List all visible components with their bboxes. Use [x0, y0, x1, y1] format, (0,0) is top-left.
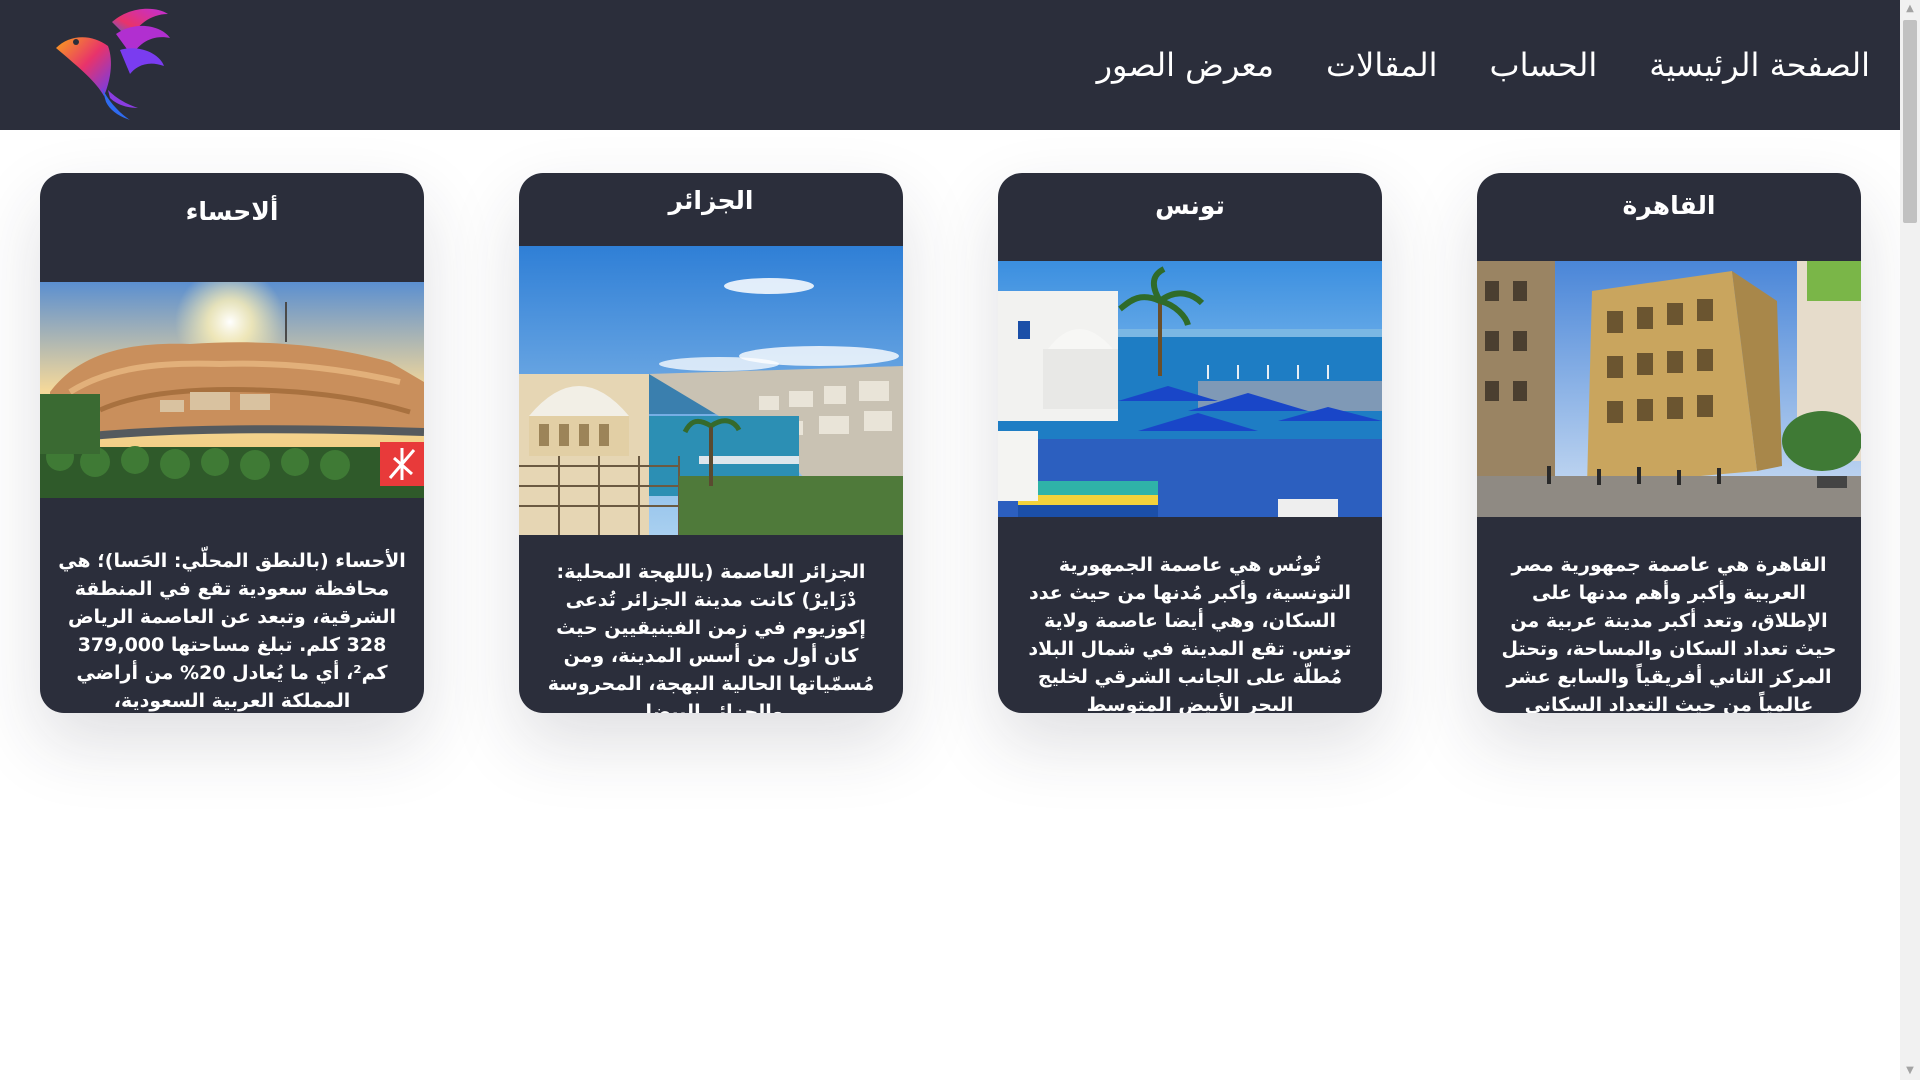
card-description: القاهرة هي عاصمة جمهورية مصر العربية وأك…	[1501, 554, 1837, 713]
nav-account-link[interactable]: الحساب	[1490, 46, 1598, 84]
city-card-tunis[interactable]: تونس تُونُس هي عاصمة الجمهورية التونسية،…	[998, 173, 1382, 713]
navbar: الصفحة الرئيسية الحساب المقالات معرض الص…	[0, 0, 1900, 130]
cairo-photo	[1477, 261, 1861, 517]
card-title: تونس	[1155, 191, 1225, 220]
card-description: تُونُس هي عاصمة الجمهورية التونسية، وأكب…	[1028, 554, 1352, 713]
tunis-photo	[998, 261, 1382, 517]
city-card-al-ahsa[interactable]: ألاحساء الأحساء (بالنطق المحلّي: الحَسا)…	[40, 173, 424, 713]
nav-home-link[interactable]: الصفحة الرئيسية	[1649, 46, 1870, 84]
al-ahsa-photo	[40, 282, 424, 498]
city-card-cairo[interactable]: القاهرة القاهرة هي عاصمة جمهورية مصر الع…	[1477, 173, 1861, 713]
scroll-up-arrow-icon[interactable]: ▲	[1900, 0, 1920, 18]
vertical-scrollbar[interactable]: ▲ ▼	[1900, 0, 1920, 1080]
card-description: الأحساء (بالنطق المحلّي: الحَسا)؛ هي محا…	[58, 550, 406, 712]
scroll-down-arrow-icon[interactable]: ▼	[1900, 1062, 1920, 1080]
nav-menu: الصفحة الرئيسية الحساب المقالات معرض الص…	[1097, 0, 1870, 130]
city-card-algiers[interactable]: الجزائر الجزائر العاصمة (باللهجة المحلية…	[519, 173, 903, 713]
card-description: الجزائر العاصمة (باللهجة المحلية: دْزَاي…	[547, 561, 875, 713]
card-title: الجزائر	[668, 186, 754, 215]
phoenix-logo-icon[interactable]	[52, 4, 174, 124]
algiers-photo	[519, 246, 903, 535]
scrollbar-thumb[interactable]	[1903, 20, 1917, 223]
card-title: ألاحساء	[185, 197, 279, 226]
nav-gallery-link[interactable]: معرض الصور	[1097, 46, 1274, 84]
nav-articles-link[interactable]: المقالات	[1326, 46, 1437, 84]
card-title: القاهرة	[1622, 191, 1716, 220]
